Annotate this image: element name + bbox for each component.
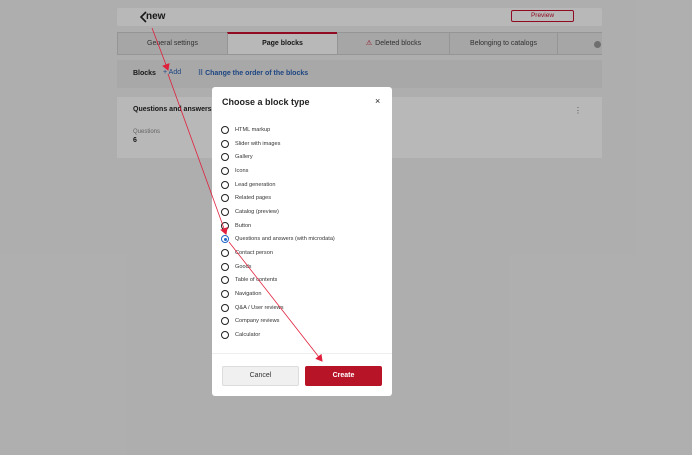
radio-button[interactable] — [221, 207, 229, 216]
radio-button[interactable] — [221, 331, 229, 340]
option-label: Catalog (preview) — [235, 208, 279, 215]
radio-button[interactable] — [221, 194, 229, 203]
option-catalog-preview[interactable]: Catalog (preview) — [221, 205, 335, 219]
radio-button[interactable] — [221, 125, 229, 134]
option-company-reviews[interactable]: Company reviews — [221, 315, 335, 329]
radio-button[interactable] — [221, 180, 229, 189]
radio-button[interactable] — [221, 139, 229, 148]
radio-button[interactable] — [221, 153, 229, 162]
radio-button[interactable] — [221, 221, 229, 230]
option-questions-and-answers[interactable]: Questions and answers (with microdata) — [221, 233, 335, 247]
option-label: Related pages — [235, 195, 272, 202]
option-gallery[interactable]: Gallery — [221, 150, 335, 164]
option-label: HTML markup — [235, 126, 271, 133]
radio-button[interactable] — [221, 303, 229, 312]
option-label: Slider with images — [235, 140, 281, 147]
choose-block-type-dialog: Choose a block type × HTML markup Slider… — [212, 87, 392, 396]
create-button[interactable]: Create — [305, 366, 382, 386]
radio-button[interactable] — [221, 262, 229, 271]
radio-button[interactable] — [221, 276, 229, 285]
option-slider-with-images[interactable]: Slider with images — [221, 137, 335, 151]
option-label: Button — [235, 222, 252, 229]
option-contact-person[interactable]: Contact person — [221, 246, 335, 260]
option-label: Q&A / User reviews — [235, 304, 284, 311]
dialog-divider — [212, 353, 392, 354]
option-label: Contact person — [235, 250, 273, 257]
option-goods[interactable]: Goods — [221, 260, 335, 274]
option-icons[interactable]: Icons — [221, 164, 335, 178]
option-label: Lead generation — [235, 181, 276, 188]
radio-button[interactable] — [221, 290, 229, 299]
option-label: Gallery — [235, 154, 253, 161]
option-lead-generation[interactable]: Lead generation — [221, 178, 335, 192]
close-icon[interactable]: × — [375, 96, 380, 106]
option-label: Company reviews — [235, 318, 280, 325]
option-calculator[interactable]: Calculator — [221, 328, 335, 342]
option-label: Goods — [235, 263, 252, 270]
radio-button[interactable] — [221, 317, 229, 326]
option-label: Calculator — [235, 332, 261, 339]
cancel-button[interactable]: Cancel — [222, 366, 299, 386]
option-qa-user-reviews[interactable]: Q&A / User reviews — [221, 301, 335, 315]
option-button[interactable]: Button — [221, 219, 335, 233]
option-table-of-contents[interactable]: Table of contents — [221, 274, 335, 288]
option-related-pages[interactable]: Related pages — [221, 191, 335, 205]
option-html-markup[interactable]: HTML markup — [221, 123, 335, 137]
option-label: Table of contents — [235, 277, 278, 284]
option-label: Navigation — [235, 291, 262, 298]
option-navigation[interactable]: Navigation — [221, 287, 335, 301]
option-label: Questions and answers (with microdata) — [235, 236, 335, 243]
dialog-title: Choose a block type — [222, 97, 310, 107]
radio-button[interactable] — [221, 166, 229, 175]
radio-button-selected[interactable] — [221, 235, 229, 244]
block-type-options: HTML markup Slider with images Gallery I… — [221, 123, 335, 342]
option-label: Icons — [235, 167, 249, 174]
radio-button[interactable] — [221, 249, 229, 258]
